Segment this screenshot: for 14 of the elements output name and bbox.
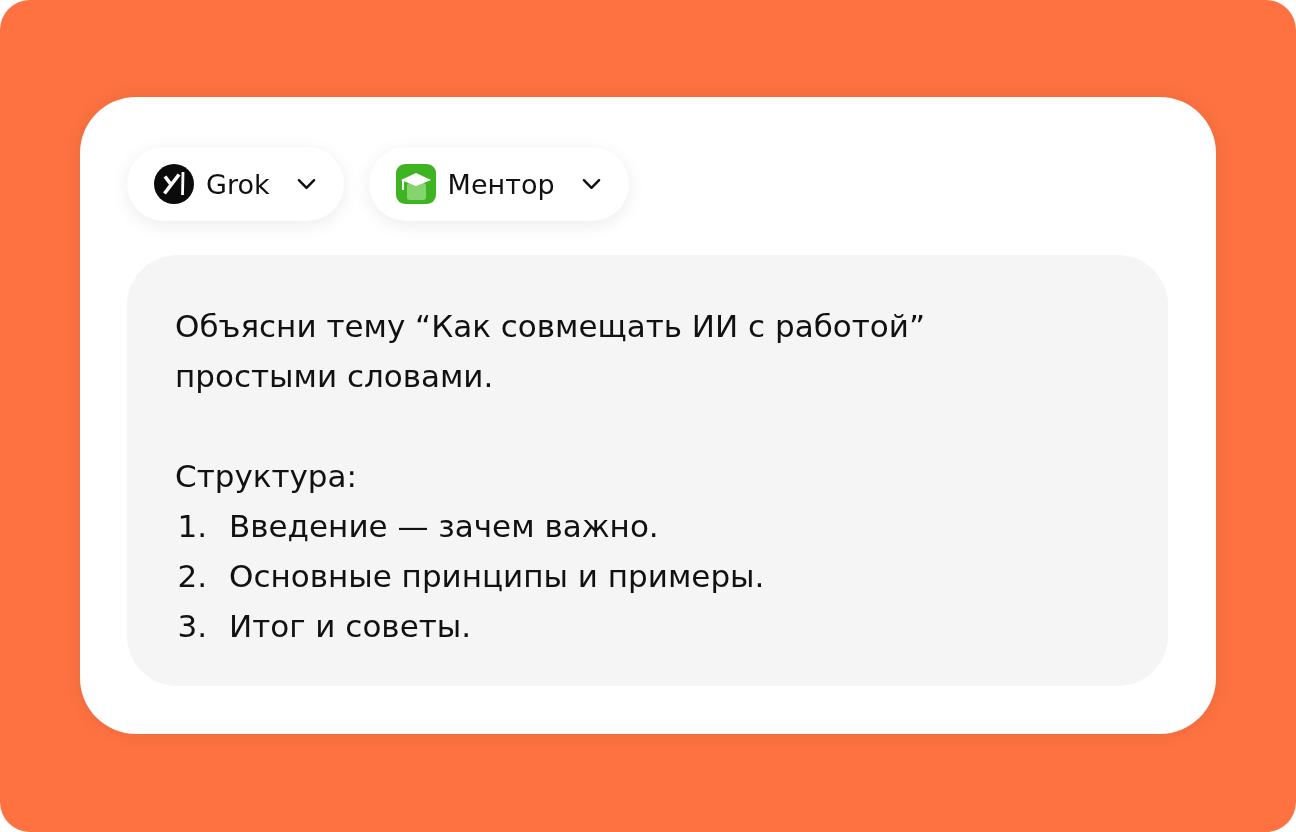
step-number: 2. [176, 557, 207, 596]
step-text: Основные принципы и примеры. [229, 557, 765, 596]
step-text: Итог и советы. [229, 607, 472, 646]
prompt-text: Объясни тему “Как совмещать ИИ с работой” простыми словами. [175, 307, 926, 396]
slash-logo-icon [154, 164, 194, 204]
structure-heading: Структура: [175, 457, 358, 496]
step-text: Введение — зачем важно. [229, 507, 659, 546]
graduation-cap-icon [395, 164, 436, 204]
model-dropdown[interactable]: Grok [127, 147, 344, 221]
step-number: 1. [176, 507, 207, 546]
chevron-down-icon [296, 178, 316, 190]
chevron-down-icon [581, 178, 601, 190]
model-dropdown[interactable]: Ментор [368, 147, 629, 221]
step-number: 3. [176, 607, 207, 646]
